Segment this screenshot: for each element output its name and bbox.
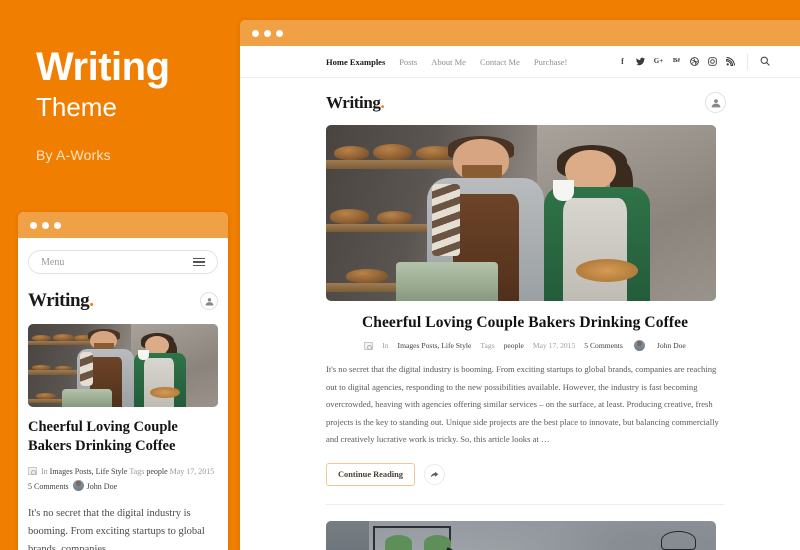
window-close-dot[interactable]: [252, 29, 259, 37]
mobile-content: Menu Writing. Cheerful Loving Couple Bak…: [18, 250, 228, 550]
post-meta: In Images Posts, Life Style Tags people …: [326, 340, 724, 351]
window-minimize-dot[interactable]: [42, 221, 49, 229]
mobile-site-header: Writing.: [28, 290, 218, 320]
mobile-post-title[interactable]: Cheerful Loving Couple Bakers Drinking C…: [28, 418, 218, 456]
mobile-site-logo[interactable]: Writing.: [28, 290, 94, 312]
desktop-window-titlebar: [240, 20, 800, 46]
rss-icon[interactable]: [726, 57, 735, 66]
hamburger-icon: [193, 257, 205, 267]
nav-right-cluster: f G+ Bē: [618, 53, 770, 71]
mobile-menu-label: Menu: [41, 256, 65, 268]
mobile-post-image[interactable]: [28, 324, 218, 407]
site-header: Writing.: [240, 78, 800, 125]
search-icon[interactable]: [760, 53, 770, 71]
promo-title: Writing: [36, 45, 170, 89]
mobile-post-meta: In Images Posts, Life Style Tags people …: [28, 464, 218, 494]
mobile-meta-comments[interactable]: 5 Comments: [28, 482, 69, 491]
nav-item-posts[interactable]: Posts: [399, 57, 417, 67]
meta-in-label: In: [382, 341, 389, 350]
social-links: f G+ Bē: [618, 57, 735, 66]
meta-tags-label: Tags: [480, 341, 495, 350]
meta-categories[interactable]: Images Posts, Life Style: [398, 341, 472, 350]
avatar: [633, 340, 645, 351]
window-close-dot[interactable]: [30, 221, 37, 229]
share-icon[interactable]: [423, 464, 445, 486]
meta-author[interactable]: John Doe: [657, 341, 686, 350]
nav-item-contact-me[interactable]: Contact Me: [480, 57, 520, 67]
instagram-icon[interactable]: [708, 57, 717, 66]
mobile-menu-toggle[interactable]: Menu: [28, 250, 218, 274]
mobile-post-excerpt: It's no secret that the digital industry…: [28, 507, 205, 550]
mobile-window-titlebar: [18, 212, 228, 238]
mobile-meta-tags-label: Tags: [129, 467, 145, 477]
post-divider: [326, 504, 724, 506]
image-format-icon: [364, 341, 374, 350]
mobile-preview-window: Menu Writing. Cheerful Loving Couple Bak…: [18, 212, 228, 550]
nav-divider: [747, 53, 748, 70]
site-logo-dot: .: [380, 92, 385, 112]
dribbble-icon[interactable]: [690, 57, 699, 66]
nav-links: Home Examples Posts About Me Contact Me …: [326, 57, 567, 67]
twitter-icon[interactable]: [636, 57, 645, 66]
google-plus-icon[interactable]: G+: [654, 57, 663, 66]
mobile-meta-in-label: In: [41, 467, 48, 477]
mobile-meta-date: May 17, 2015: [169, 467, 215, 477]
desktop-preview-window: Home Examples Posts About Me Contact Me …: [240, 20, 800, 550]
facebook-icon[interactable]: f: [618, 57, 627, 66]
meta-tags[interactable]: people: [504, 341, 524, 350]
image-format-icon: [28, 467, 37, 476]
mobile-logo-text: Writing: [28, 290, 90, 311]
nav-item-home-examples[interactable]: Home Examples: [326, 57, 385, 67]
post-actions: Continue Reading: [326, 463, 724, 487]
nav-item-purchase[interactable]: Purchase!: [534, 57, 568, 67]
avatar: [72, 480, 84, 492]
behance-icon[interactable]: Bē: [672, 57, 681, 66]
user-account-icon[interactable]: [200, 292, 218, 310]
mobile-meta-tags[interactable]: people: [146, 467, 167, 476]
post-featured-image-2[interactable]: [326, 521, 716, 550]
post-title[interactable]: Cheerful Loving Couple Bakers Drinking C…: [326, 314, 724, 332]
window-maximize-dot[interactable]: [54, 221, 61, 229]
post-body-text: It's no secret that the digital industry…: [326, 364, 719, 445]
window-minimize-dot[interactable]: [264, 29, 271, 37]
mobile-meta-author[interactable]: John Doe: [87, 482, 117, 491]
nav-item-about-me[interactable]: About Me: [431, 57, 466, 67]
meta-date: May 17, 2015: [532, 341, 576, 350]
mobile-meta-categories[interactable]: Images Posts, Life Style: [50, 467, 128, 476]
post-featured-image[interactable]: [326, 125, 716, 301]
top-navigation-bar: Home Examples Posts About Me Contact Me …: [240, 46, 800, 78]
post-article: Cheerful Loving Couple Bakers Drinking C…: [240, 125, 800, 487]
mobile-logo-dot: .: [89, 290, 94, 311]
promo-byline: By A-Works: [36, 146, 111, 163]
site-logo-text: Writing: [326, 92, 381, 112]
window-maximize-dot[interactable]: [276, 29, 283, 37]
site-logo[interactable]: Writing.: [326, 92, 385, 113]
promo-subtitle: Theme: [36, 92, 117, 123]
meta-comments[interactable]: 5 Comments: [584, 341, 623, 350]
user-account-icon[interactable]: [705, 92, 726, 113]
continue-reading-button[interactable]: Continue Reading: [326, 463, 415, 487]
